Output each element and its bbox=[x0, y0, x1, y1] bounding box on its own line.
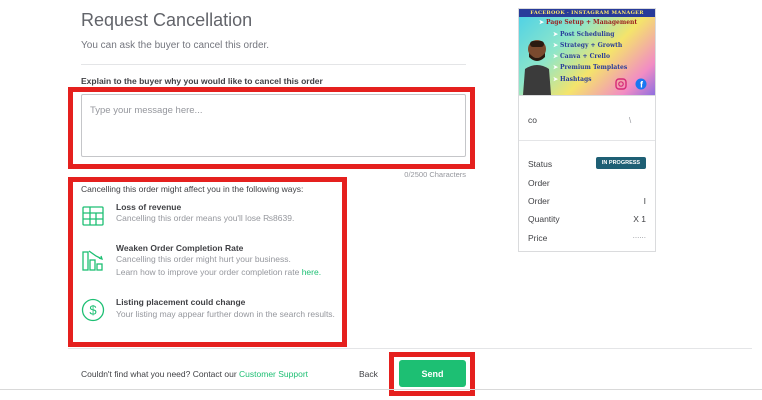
message-placeholder: Type your message here... bbox=[90, 105, 203, 116]
learn-text: Learn how to improve your order completi… bbox=[116, 267, 302, 277]
message-textarea[interactable]: Type your message here... bbox=[81, 94, 466, 157]
explain-label: Explain to the buyer why you would like … bbox=[81, 76, 323, 86]
page-title: Request Cancellation bbox=[81, 10, 253, 30]
row-label-status: Status bbox=[528, 159, 553, 169]
revenue-grid-icon bbox=[81, 204, 105, 228]
svg-text:$: $ bbox=[89, 303, 97, 318]
warning-text-learn: Learn how to improve your order completi… bbox=[116, 266, 321, 279]
learn-more-link[interactable]: here. bbox=[302, 267, 321, 277]
banner-line: ➤ Page Setup + Management bbox=[539, 19, 638, 26]
page-bottom-line bbox=[0, 389, 762, 390]
chart-down-icon bbox=[81, 248, 105, 272]
footer-divider bbox=[68, 348, 752, 349]
row-value-order-2: I bbox=[643, 196, 646, 206]
back-button[interactable]: Back bbox=[359, 369, 378, 379]
send-button[interactable]: Send bbox=[399, 360, 466, 387]
warning-title: Loss of revenue bbox=[116, 202, 182, 212]
row-label-quantity: Quantity bbox=[528, 214, 560, 224]
header-divider bbox=[81, 64, 466, 65]
row-label-price: Price bbox=[528, 233, 548, 243]
page-subtitle: You can ask the buyer to cancel this ord… bbox=[81, 40, 270, 51]
facebook-icon: f bbox=[635, 78, 647, 90]
card-divider bbox=[519, 140, 655, 141]
warning-text: Your listing may appear further down in … bbox=[116, 309, 335, 319]
banner-header: FACEBOOK · INSTAGRAM MANAGER bbox=[519, 9, 655, 17]
row-label-order-2: Order bbox=[528, 196, 550, 206]
gig-banner-image: FACEBOOK · INSTAGRAM MANAGER ➤ Page Setup… bbox=[519, 9, 655, 95]
help-text: Couldn't find what you need? Contact our… bbox=[81, 369, 308, 379]
row-value-price: ...... bbox=[632, 231, 646, 240]
warning-title: Weaken Order Completion Rate bbox=[116, 243, 244, 253]
warning-text: Cancelling this order might hurt your bu… bbox=[116, 254, 291, 264]
warning-title: Listing placement could change bbox=[116, 297, 246, 307]
banner-line: ➤ Hashtags bbox=[553, 76, 592, 83]
banner-line: ➤ Canva + Crello bbox=[553, 53, 610, 60]
row-label-order: Order bbox=[528, 178, 550, 188]
banner-line: ➤ Strategy + Growth bbox=[553, 42, 623, 49]
order-gig-title: co \ bbox=[528, 115, 632, 125]
warning-text: Cancelling this order means you'll lose … bbox=[116, 213, 295, 223]
char-counter: 0/2500 Characters bbox=[404, 170, 466, 179]
person-avatar-icon bbox=[523, 40, 551, 95]
customer-support-link[interactable]: Customer Support bbox=[239, 369, 308, 379]
banner-divider bbox=[519, 95, 655, 96]
status-badge: IN PROGRESS bbox=[596, 157, 646, 169]
banner-line: ➤ Premium Templates bbox=[553, 64, 628, 71]
instagram-icon bbox=[615, 78, 627, 90]
dollar-circle-icon: $ bbox=[81, 298, 105, 322]
row-value-quantity: X 1 bbox=[633, 214, 646, 224]
warnings-heading: Cancelling this order might affect you i… bbox=[81, 184, 304, 194]
help-label: Couldn't find what you need? Contact our bbox=[81, 369, 240, 379]
banner-line: ➤ Post Scheduling bbox=[553, 31, 615, 38]
